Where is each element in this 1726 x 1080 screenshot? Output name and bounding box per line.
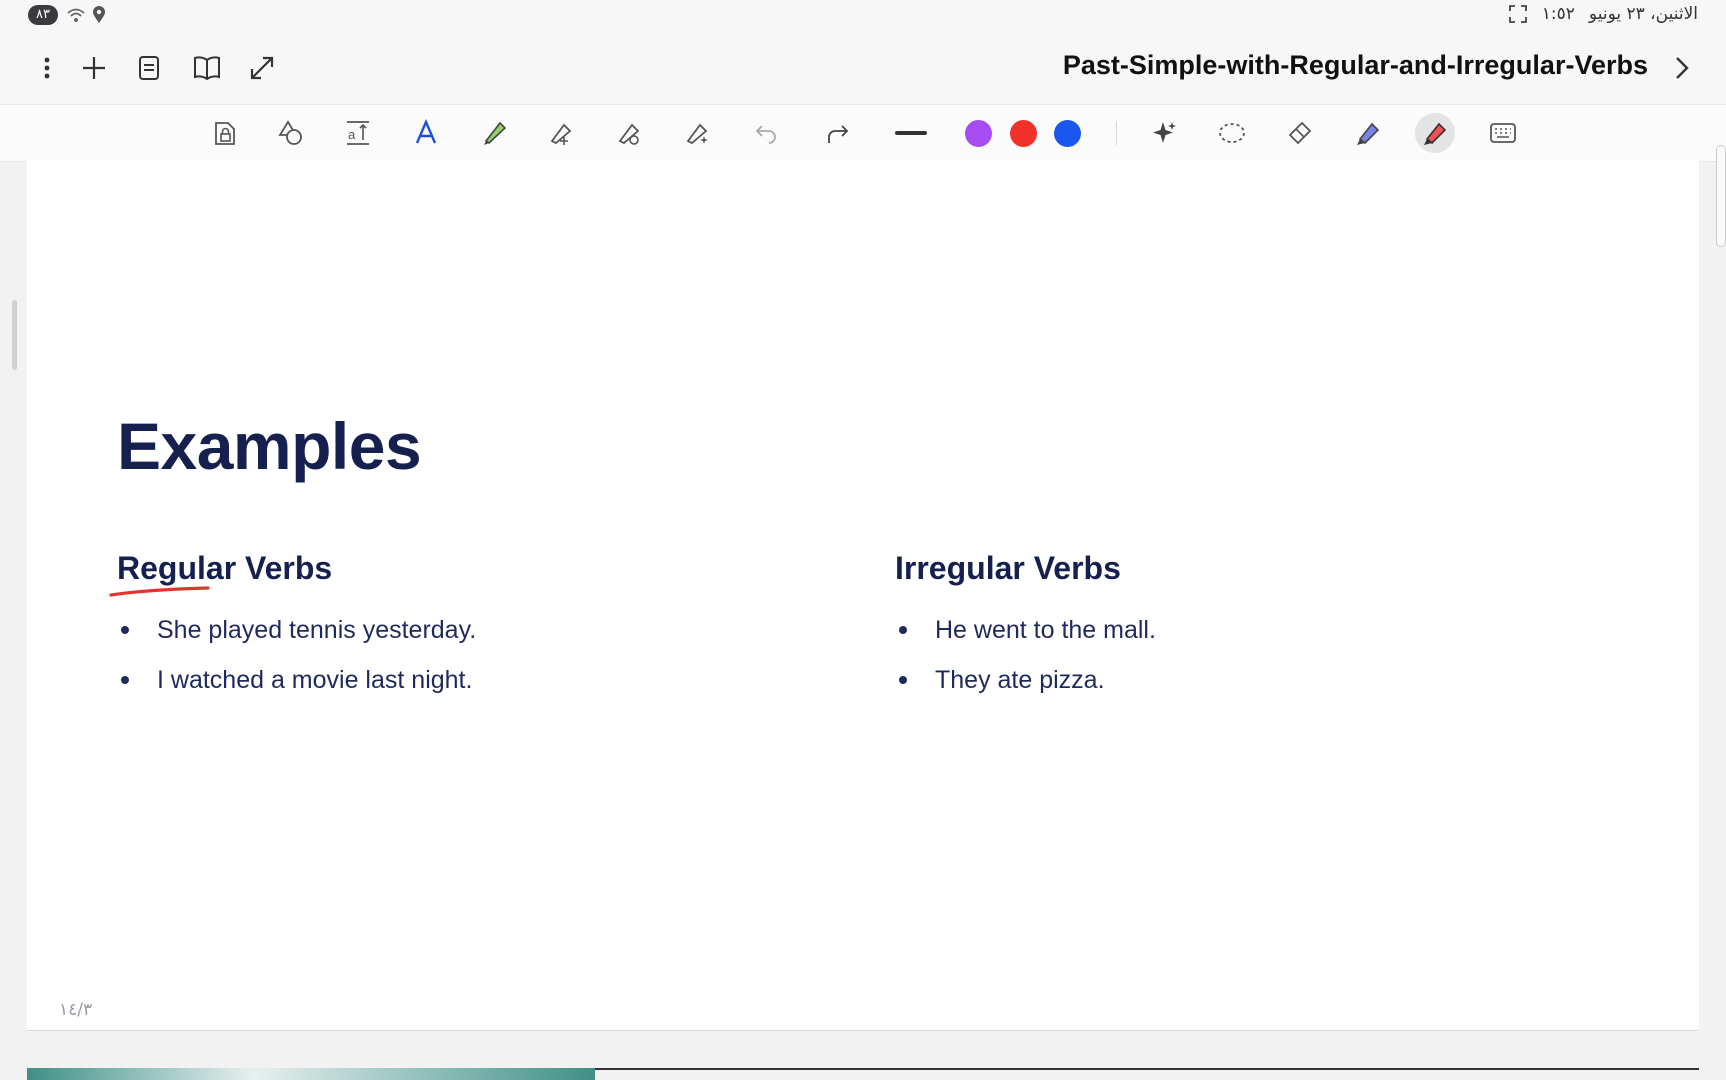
redo-icon[interactable]	[818, 113, 858, 153]
chevron-right-icon[interactable]	[1664, 50, 1700, 86]
list-item: She played tennis yesterday.	[117, 615, 476, 665]
progress-bar	[27, 1068, 595, 1080]
page-number: ١٤/٣	[59, 1000, 93, 1020]
color-red-swatch[interactable]	[1010, 120, 1037, 147]
irregular-verbs-list: He went to the mall. They ate pizza.	[895, 615, 1156, 715]
top-bar: Past-Simple-with-Regular-and-Irregular-V…	[0, 32, 1726, 104]
list-item: He went to the mall.	[895, 615, 1156, 665]
drawing-toolbar: a	[0, 104, 1726, 162]
svg-text:a: a	[348, 127, 356, 142]
vertical-scrollbar[interactable]	[1716, 145, 1726, 247]
highlighter-icon[interactable]	[474, 113, 514, 153]
status-right: الاثنين، ٢٣ يونيو ١:٥٢	[1508, 4, 1698, 24]
list-item: They ate pizza.	[895, 665, 1156, 715]
toolbar-divider	[1116, 121, 1117, 145]
slide-heading: Examples	[117, 409, 422, 483]
pen-icon[interactable]	[542, 113, 582, 153]
color-blue-swatch[interactable]	[1054, 120, 1081, 147]
list-item: I watched a movie last night.	[117, 665, 476, 715]
battery-indicator: ٨٣	[28, 5, 58, 25]
left-edge-handle[interactable]	[12, 300, 17, 370]
undo-icon[interactable]	[746, 113, 786, 153]
more-vertical-icon[interactable]	[29, 50, 65, 86]
pen-active-icon[interactable]	[1415, 113, 1455, 153]
screen-record-icon	[1508, 5, 1527, 23]
wifi-icon	[67, 8, 85, 22]
text-tool-icon[interactable]: a	[338, 113, 378, 153]
page-outline-icon[interactable]	[131, 50, 167, 86]
status-date: الاثنين، ٢٣ يونيو	[1588, 4, 1698, 24]
eraser-icon[interactable]	[1280, 113, 1320, 153]
handwriting-icon[interactable]	[406, 113, 446, 153]
location-icon	[93, 6, 105, 23]
status-time: ١:٥٢	[1541, 4, 1575, 24]
regular-verbs-list: She played tennis yesterday. I watched a…	[117, 615, 476, 715]
marker-icon[interactable]	[1348, 113, 1388, 153]
expand-icon[interactable]	[244, 50, 280, 86]
stroke-width-icon[interactable]	[889, 113, 933, 153]
slide-page[interactable]: Examples Regular Verbs She played tennis…	[27, 160, 1699, 1031]
lasso-icon[interactable]	[1212, 113, 1252, 153]
magic-pen-icon[interactable]	[678, 113, 718, 153]
ai-sparkle-icon[interactable]	[1144, 113, 1184, 153]
status-bar: ٨٣ الاثنين، ٢٣ يونيو ١:٥٢	[0, 0, 1726, 32]
red-ink-underline	[109, 586, 210, 597]
shapes-icon[interactable]	[271, 113, 311, 153]
color-purple-swatch[interactable]	[965, 120, 992, 147]
book-view-icon[interactable]	[189, 50, 225, 86]
keyboard-icon[interactable]	[1483, 113, 1523, 153]
add-icon[interactable]	[76, 50, 112, 86]
read-only-lock-icon[interactable]	[205, 113, 245, 153]
calligraphy-pen-icon[interactable]	[610, 113, 650, 153]
document-title: Past-Simple-with-Regular-and-Irregular-V…	[1062, 50, 1648, 80]
irregular-verbs-title: Irregular Verbs	[895, 550, 1121, 586]
